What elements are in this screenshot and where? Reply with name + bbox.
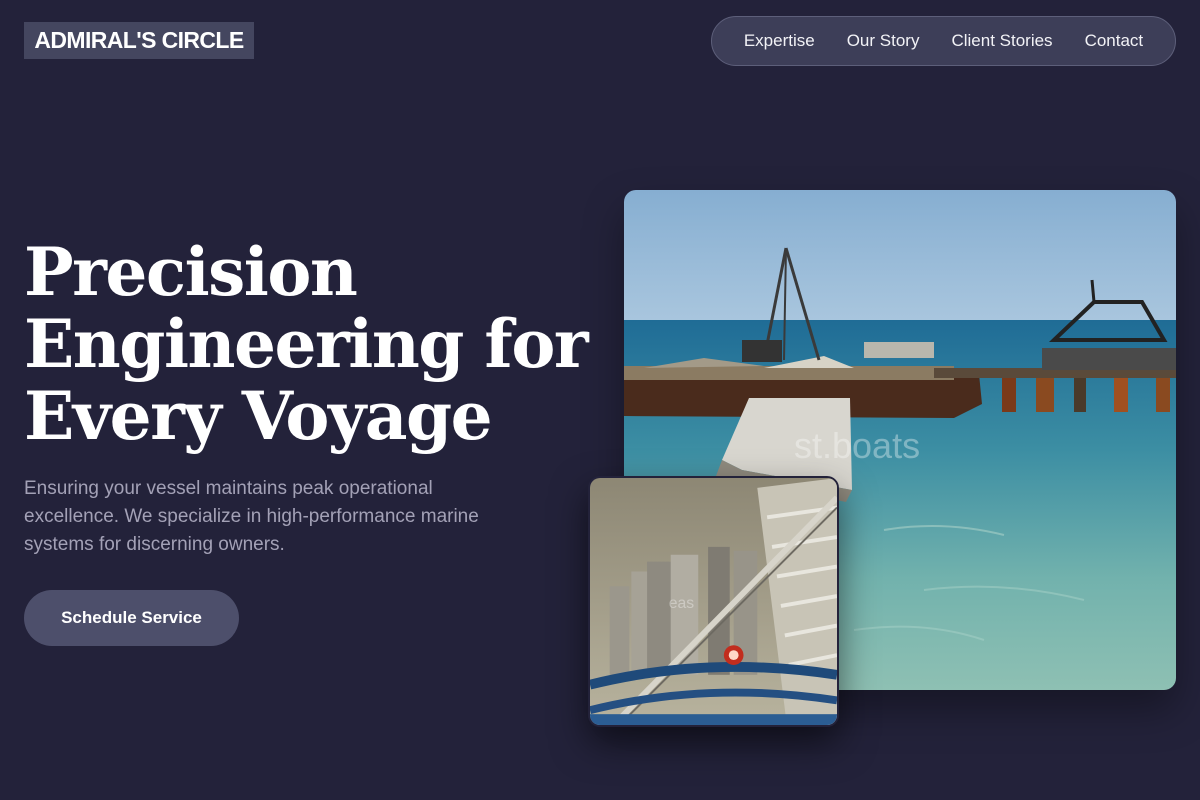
nav-link-our-story[interactable]: Our Story [831, 16, 936, 66]
ship-deck-image: eas [590, 478, 837, 725]
hero-title: Precision Engineering for Every Voyage [24, 233, 589, 455]
nav-link-expertise[interactable]: Expertise [728, 16, 831, 66]
nav-link-contact[interactable]: Contact [1069, 16, 1160, 66]
small-photo-watermark: eas [669, 595, 695, 612]
hero-title-line-2: Engineering for [24, 305, 589, 383]
main-nav: Expertise Our Story Client Stories Conta… [711, 16, 1176, 66]
schedule-service-button[interactable]: Schedule Service [24, 590, 239, 646]
page: ADMIRAL'S CIRCLE Expertise Our Story Cli… [0, 0, 1200, 800]
hero-subtitle: Ensuring your vessel maintains peak oper… [24, 478, 479, 555]
site-logo[interactable]: ADMIRAL'S CIRCLE [24, 22, 254, 59]
ship-deck-photo: eas [588, 476, 839, 727]
main-photo-watermark: st.boats [794, 425, 920, 466]
nav-link-client-stories[interactable]: Client Stories [935, 16, 1068, 66]
hero-title-line-1: Precision [24, 233, 358, 311]
hero-title-line-3: Every Voyage [24, 377, 493, 455]
